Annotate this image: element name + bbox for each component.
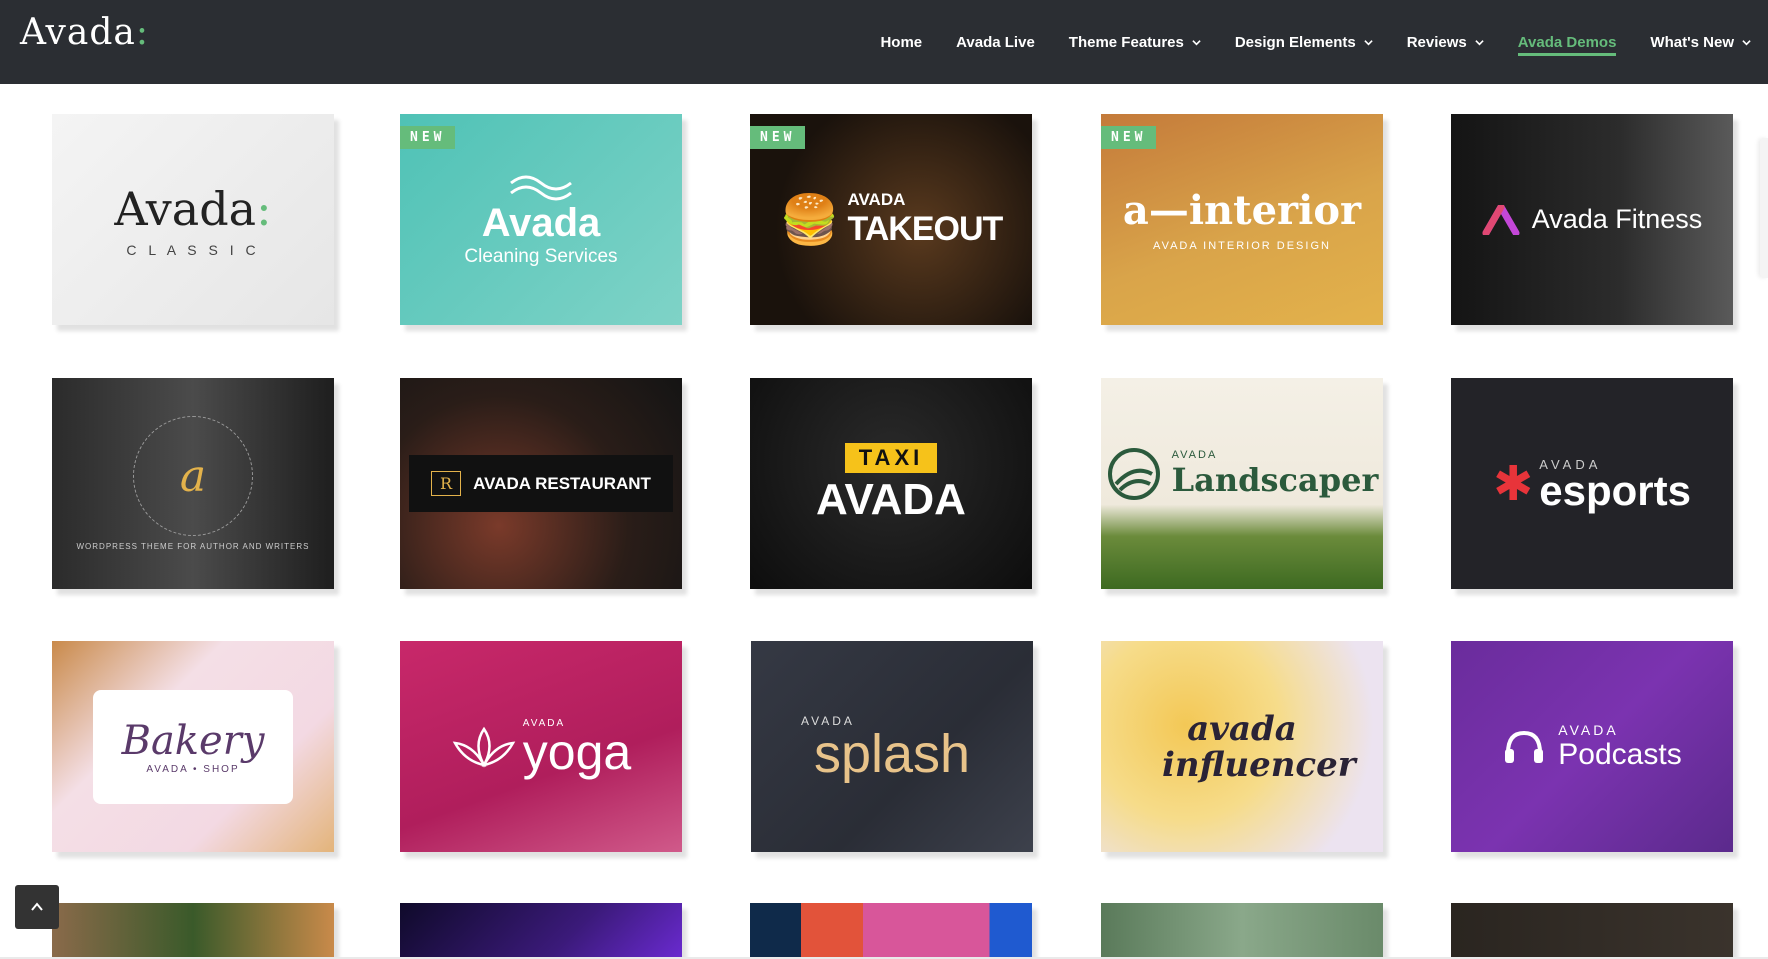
- nav-item-theme-features[interactable]: Theme Features: [1052, 0, 1218, 84]
- demo-title: Avada: [481, 201, 601, 245]
- demo-card-restaurant[interactable]: R AVADA RESTAURANT: [400, 378, 682, 589]
- nav-label: Home: [880, 33, 923, 51]
- demo-subtitle: AVADA • SHOP: [146, 764, 240, 775]
- demo-title: AVADA RESTAURANT: [473, 473, 651, 493]
- demo-card-food[interactable]: [52, 903, 334, 959]
- demo-card-interior[interactable]: NEW a—interior AVADA INTERIOR DESIGN: [1101, 114, 1383, 325]
- author-circle: a: [133, 416, 253, 536]
- demo-card-dark[interactable]: [1451, 903, 1733, 959]
- site-logo[interactable]: Avada:: [20, 12, 149, 53]
- nav-label: Avada Live: [956, 33, 1035, 51]
- headphones-icon: [1505, 730, 1544, 763]
- demo-card-influencer[interactable]: avada influencer: [1101, 641, 1383, 852]
- restaurant-logo-icon: R: [431, 471, 462, 496]
- demo-card-taxi[interactable]: TAXI AVADA: [750, 378, 1032, 589]
- demo-subtitle: AVADA: [847, 190, 906, 209]
- demo-subtitle: C L A S S I C: [126, 241, 260, 258]
- nav-item-reviews[interactable]: Reviews: [1390, 0, 1501, 84]
- demo-title: Avada: [114, 181, 257, 236]
- demo-card-fitness[interactable]: Avada Fitness: [1451, 114, 1733, 325]
- demo-title: a—interior: [1122, 187, 1362, 234]
- demo-subtitle: AVADA: [1558, 721, 1619, 738]
- demo-card-dark-purple[interactable]: [400, 903, 682, 959]
- esports-logo-icon: ✱: [1493, 457, 1534, 511]
- demo-card-splash[interactable]: AVADA splash: [751, 641, 1033, 852]
- nav-item-home[interactable]: Home: [863, 0, 939, 84]
- demo-title: Avada Fitness: [1531, 204, 1703, 234]
- landscaper-logo-icon: [1107, 447, 1160, 500]
- demo-title: esports: [1539, 467, 1691, 514]
- logo-text: Avada: [20, 12, 136, 53]
- demo-card-podcasts[interactable]: AVADA Podcasts: [1451, 641, 1733, 852]
- demo-card-yoga[interactable]: AVADA yoga: [400, 641, 682, 852]
- demo-card-classic[interactable]: Avada: C L A S S I C: [52, 114, 334, 325]
- demo-title: splash: [813, 723, 971, 784]
- taxi-sign: TAXI: [844, 442, 938, 473]
- main-nav: Home Avada Live Theme Features Design El…: [863, 0, 1768, 84]
- site-header: Avada: Home Avada Live Theme Features De…: [0, 0, 1768, 84]
- demo-card-takeout[interactable]: NEW 🍔 AVADA TAKEOUT: [750, 114, 1032, 325]
- demo-title: avada influencer: [1162, 708, 1356, 785]
- demo-card-landscaper[interactable]: AVADA Landscaper: [1101, 378, 1383, 589]
- nav-label: Design Elements: [1234, 33, 1356, 51]
- demo-title: Bakery: [121, 718, 265, 764]
- chevron-down-icon: [1475, 39, 1484, 45]
- demo-subtitle: Cleaning Services: [464, 246, 618, 267]
- demo-subtitle: WORDPRESS THEME FOR AUTHOR AND WRITERS: [76, 542, 310, 551]
- demo-subtitle: AVADA INTERIOR DESIGN: [1153, 240, 1331, 252]
- chevron-up-icon: [31, 902, 43, 911]
- nav-label: Theme Features: [1068, 33, 1184, 51]
- nav-label: What's New: [1650, 33, 1734, 51]
- demo-card-green[interactable]: [1101, 903, 1383, 959]
- demo-subtitle: AVADA: [1171, 448, 1218, 461]
- demo-card-author[interactable]: a WORDPRESS THEME FOR AUTHOR AND WRITERS: [52, 378, 334, 589]
- demo-title: a: [179, 450, 207, 502]
- demo-title: Podcasts: [1558, 737, 1682, 771]
- nav-label: Avada Demos: [1517, 33, 1617, 51]
- demo-title: TAKEOUT: [847, 210, 1003, 248]
- lotus-icon: [452, 726, 516, 768]
- chevron-down-icon: [1364, 39, 1373, 45]
- bakery-label-box: Bakery AVADA • SHOP: [93, 689, 293, 804]
- fitness-logo-icon: [1482, 204, 1520, 235]
- side-panel-tab[interactable]: [1760, 138, 1768, 278]
- restaurant-label-box: R AVADA RESTAURANT: [409, 455, 673, 512]
- nav-item-avada-live[interactable]: Avada Live: [939, 0, 1052, 84]
- demo-card-bakery[interactable]: Bakery AVADA • SHOP: [52, 641, 334, 852]
- scroll-to-top-button[interactable]: [15, 885, 59, 929]
- nav-label: Reviews: [1406, 33, 1467, 51]
- demo-title-suffix: :: [256, 181, 272, 236]
- demo-card-cleaning[interactable]: NEW Avada Cleaning Services: [400, 114, 682, 325]
- demos-grid: Avada: C L A S S I C NEW Avada Cleaning …: [0, 84, 1768, 959]
- demo-title: AVADA: [816, 474, 966, 524]
- demo-card-colorful[interactable]: [750, 903, 1032, 959]
- chevron-down-icon: [1192, 39, 1201, 45]
- demo-title: Landscaper: [1171, 460, 1379, 499]
- nav-item-design-elements[interactable]: Design Elements: [1218, 0, 1390, 84]
- wave-logo-icon: [510, 175, 572, 201]
- nav-item-avada-demos[interactable]: Avada Demos: [1501, 0, 1634, 84]
- demo-card-esports[interactable]: ✱ AVADA esports: [1451, 378, 1733, 589]
- chevron-down-icon: [1742, 39, 1751, 45]
- logo-suffix: :: [135, 12, 149, 53]
- burger-icon: 🍔: [779, 194, 840, 247]
- nav-item-whats-new[interactable]: What's New: [1633, 0, 1768, 84]
- demo-title: yoga: [522, 724, 632, 780]
